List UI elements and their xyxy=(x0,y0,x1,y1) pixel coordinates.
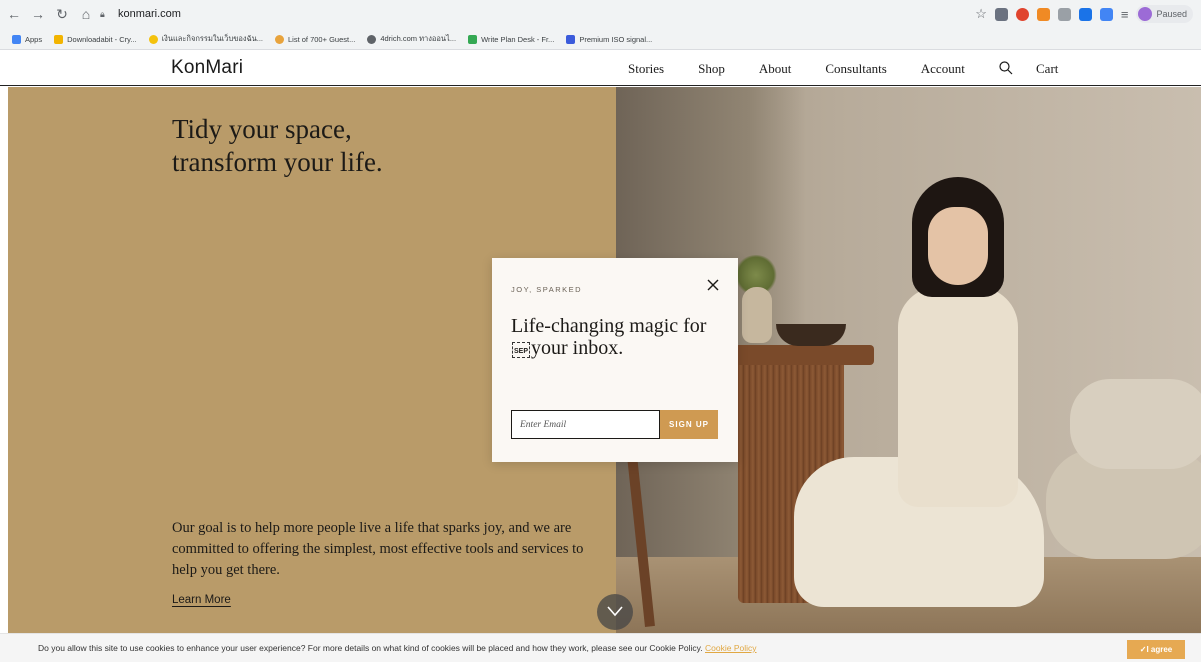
site-logo[interactable]: KonMari xyxy=(171,57,243,79)
sign-up-button[interactable]: SIGN UP xyxy=(660,410,718,439)
popup-eyebrow: JOY, SPARKED xyxy=(511,285,583,294)
bookmark-item[interactable]: Downloadabit - Cry... xyxy=(54,34,137,44)
bookmark-star-icon[interactable]: ☆ xyxy=(975,6,987,22)
cookie-banner: Do you allow this site to use cookies to… xyxy=(0,633,1201,662)
bookmark-item[interactable]: 4drich.com ทางออนไ... xyxy=(367,33,456,45)
back-icon[interactable]: ← xyxy=(4,4,24,24)
avatar xyxy=(1138,7,1153,21)
site-header: KonMari Stories Shop About Consultants A… xyxy=(0,50,1201,86)
bookmark-label: 4drich.com ทางออนไ... xyxy=(380,34,457,43)
close-icon[interactable] xyxy=(705,277,721,293)
bookmark-label: Premium ISO signal... xyxy=(579,34,653,44)
bowl xyxy=(776,324,846,346)
reading-list-icon[interactable]: ≡ xyxy=(1121,7,1129,22)
person-face xyxy=(928,207,988,285)
headline-line-1: Tidy your space, xyxy=(172,114,352,144)
bookmark-item[interactable]: List of 700+ Guest... xyxy=(275,34,356,44)
bookmark-label: เงินและกิจกรรมในเว็บของฉัน... xyxy=(161,34,263,43)
newsletter-popup: JOY, SPARKED Life-changing magic for SEP y… xyxy=(492,258,738,462)
agree-button[interactable]: ✓I agree xyxy=(1127,640,1185,659)
bookmark-favicon-icon xyxy=(148,34,158,44)
popup-title-part-1: Life-changing magic for xyxy=(511,315,707,337)
sep-placeholder-glyph: SEP xyxy=(512,342,531,358)
popup-title: Life-changing magic for SEP your inbox. xyxy=(511,315,711,359)
headline-line-2: transform your life. xyxy=(172,147,383,177)
bookmark-item[interactable]: Premium ISO signal... xyxy=(566,34,653,44)
url-text: konmari.com xyxy=(118,8,181,20)
search-icon[interactable] xyxy=(998,60,1014,76)
chevron-down-icon xyxy=(607,606,623,617)
extension-icon[interactable] xyxy=(1057,7,1071,21)
hero-headline: Tidy your space, transform your life. xyxy=(172,113,383,179)
nav-cart[interactable]: Cart xyxy=(1036,61,1058,77)
browser-chrome: ← → ↻ ⌂ 🔒︎ konmari.com ☆ ≡ Paused Apps D… xyxy=(0,0,1201,50)
extensions-area: ☆ ≡ Paused xyxy=(975,5,1193,23)
scroll-down-button[interactable] xyxy=(597,594,633,630)
popup-title-part-2: your inbox. xyxy=(531,337,624,359)
extension-icon[interactable] xyxy=(1078,7,1092,21)
address-bar[interactable]: 🔒︎ konmari.com xyxy=(92,4,972,24)
extension-icon[interactable] xyxy=(1015,7,1029,21)
bookmark-apps[interactable]: Apps xyxy=(12,34,43,44)
bookmarks-bar: Apps Downloadabit - Cry... เงินและกิจกรร… xyxy=(0,30,1201,48)
learn-more-link[interactable]: Learn More xyxy=(172,594,231,606)
mission-text: Our goal is to help more people live a l… xyxy=(172,520,584,578)
bookmark-favicon-icon xyxy=(566,34,576,44)
table-top xyxy=(724,345,874,365)
extension-icon[interactable] xyxy=(1036,7,1050,21)
person-body xyxy=(898,287,1018,507)
nav-consultants[interactable]: Consultants xyxy=(825,61,886,77)
forward-icon[interactable]: → xyxy=(28,4,48,24)
bookmark-favicon-icon xyxy=(275,34,284,44)
floor-cushion xyxy=(1070,379,1201,469)
nav-account[interactable]: Account xyxy=(921,61,965,77)
nav-stories[interactable]: Stories xyxy=(628,61,664,77)
vase xyxy=(742,287,772,343)
bookmark-label: Apps xyxy=(25,34,43,44)
nav-shop[interactable]: Shop xyxy=(698,61,725,77)
lock-icon: 🔒︎ xyxy=(100,9,105,19)
bookmark-label: List of 700+ Guest... xyxy=(288,34,356,44)
profile-button[interactable]: Paused xyxy=(1136,5,1193,23)
profile-status: Paused xyxy=(1156,9,1187,19)
bookmark-label: Downloadabit - Cry... xyxy=(67,34,137,44)
email-field[interactable] xyxy=(511,410,660,439)
bookmark-favicon-icon xyxy=(367,34,377,44)
address-row: ← → ↻ ⌂ 🔒︎ konmari.com ☆ ≡ Paused xyxy=(0,0,1201,28)
reload-icon[interactable]: ↻ xyxy=(52,4,72,24)
bookmark-item[interactable]: เงินและกิจกรรมในเว็บของฉัน... xyxy=(148,33,263,45)
extension-icon[interactable] xyxy=(1099,7,1113,21)
bookmark-favicon-icon xyxy=(54,34,64,44)
bookmark-item[interactable]: Write Plan Desk - Fr... xyxy=(468,34,555,44)
main-nav: Stories Shop About Consultants Account xyxy=(628,61,999,77)
bookmark-favicon-icon xyxy=(468,34,478,44)
nav-about[interactable]: About xyxy=(759,61,792,77)
apps-grid-icon xyxy=(12,34,21,44)
cookie-text: Do you allow this site to use cookies to… xyxy=(38,643,703,653)
cookie-message: Do you allow this site to use cookies to… xyxy=(38,643,757,653)
bookmark-label: Write Plan Desk - Fr... xyxy=(481,34,555,44)
cookie-policy-link[interactable]: Cookie Policy xyxy=(705,643,757,653)
extension-icon[interactable] xyxy=(994,7,1008,21)
